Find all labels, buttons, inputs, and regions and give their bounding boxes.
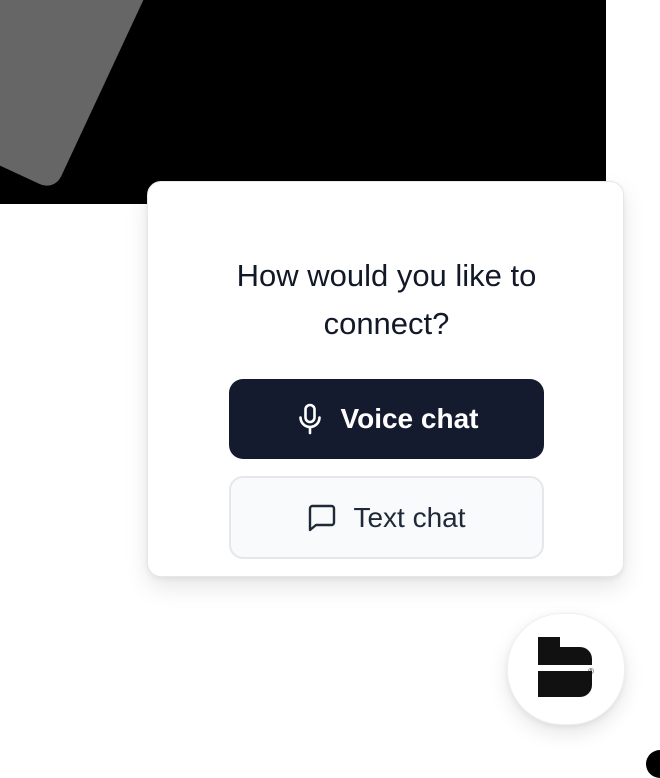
voice-chat-label: Voice chat: [340, 403, 479, 434]
background-hero: [0, 0, 606, 204]
text-chat-button[interactable]: Text chat: [229, 476, 544, 559]
hero-decorative-shape: [0, 0, 152, 191]
chat-bubble-icon: [307, 502, 337, 534]
corner-decoration: [646, 750, 660, 778]
brand-logo-icon: ®: [538, 637, 594, 697]
voice-chat-button[interactable]: Voice chat: [229, 379, 544, 459]
text-chat-label: Text chat: [353, 501, 466, 533]
connect-popup: How would you like to connect? Voice cha…: [147, 181, 624, 577]
connect-prompt-title: How would you like to connect?: [236, 258, 537, 341]
chat-launcher-button[interactable]: ®: [507, 613, 625, 725]
microphone-icon: [295, 403, 325, 435]
trademark-symbol: ®: [588, 667, 594, 676]
